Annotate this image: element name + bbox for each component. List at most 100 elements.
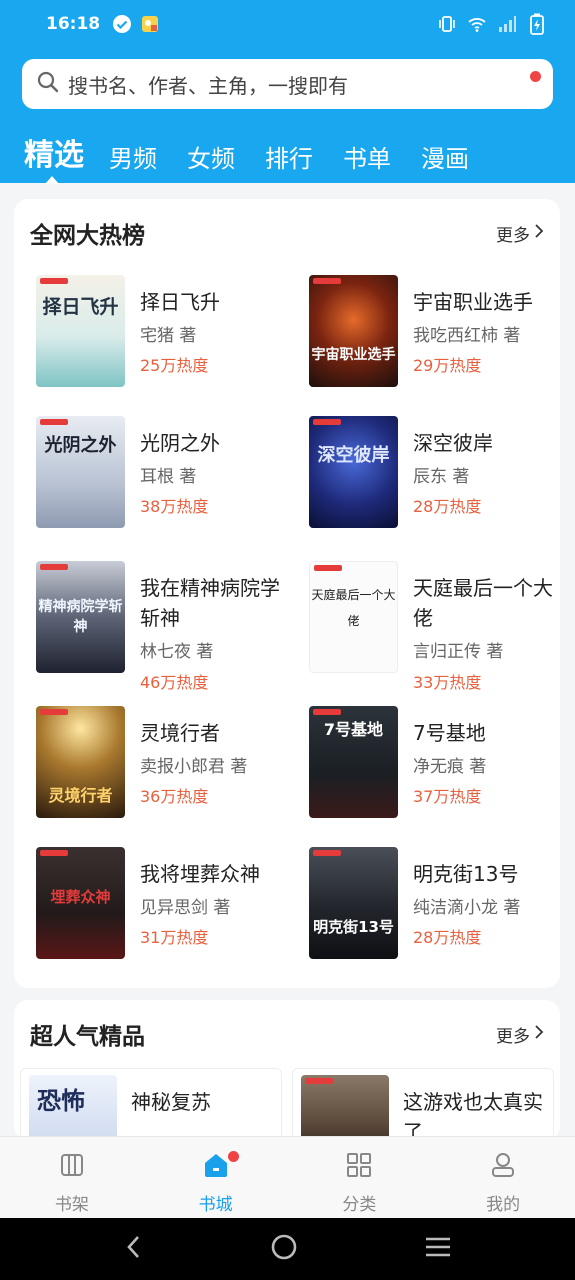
- book-author: 纯洁滴小龙 著: [413, 898, 521, 918]
- publisher-tag: [40, 850, 68, 856]
- tab-male[interactable]: 男频: [109, 139, 157, 174]
- cover-title: 深空彼岸: [317, 445, 390, 466]
- publisher-tag: [313, 850, 341, 856]
- grid-icon: [345, 1151, 373, 1184]
- cover-title: 恐怖: [37, 1087, 85, 1115]
- book-cover: 宇宙职业选手: [309, 275, 398, 387]
- cover-title: 天庭最后一个大佬: [311, 588, 396, 628]
- app-notification-icon: [140, 14, 160, 34]
- book-item[interactable]: 择日飞升 择日飞升 宅猪 著 25万热度: [36, 275, 296, 387]
- book-heat: 28万热度: [413, 928, 482, 947]
- bookshelf-icon: [58, 1151, 86, 1184]
- search-icon: [36, 70, 60, 98]
- book-item[interactable]: 明克街13号 明克街13号 纯洁滴小龙 著 28万热度: [309, 847, 569, 959]
- section-title: 超人气精品: [30, 1024, 145, 1050]
- nav-label: 书架: [54, 1195, 89, 1215]
- vibrate-icon: [437, 14, 457, 34]
- check-circle-icon: [112, 14, 132, 34]
- user-icon: [489, 1151, 517, 1184]
- book-author: 见异思剑 著: [140, 898, 231, 918]
- publisher-tag: [40, 278, 68, 284]
- search-bar[interactable]: 搜书名、作者、主角，一搜即有: [22, 59, 553, 109]
- book-title: 7号基地: [413, 721, 486, 745]
- book-title: 天庭最后一个大佬: [413, 576, 553, 630]
- tab-ranking[interactable]: 排行: [265, 139, 313, 174]
- book-item[interactable]: 精神病院学斩神 我在精神病院学斩神 林七夜 著 46万热度: [36, 561, 296, 692]
- hot-list-section: 全网大热榜 更多 择日飞升 择日飞升 宅猪 著 25万热度 宇宙职业选手 宇宙职…: [14, 199, 560, 988]
- book-cover: 光阴之外: [36, 416, 125, 528]
- book-cover: 7号基地: [309, 706, 398, 818]
- status-bar: 16:18: [0, 0, 575, 48]
- book-heat: 36万热度: [140, 787, 209, 806]
- notification-dot: [227, 1151, 239, 1162]
- book-cover: 灵境行者: [36, 706, 125, 818]
- book-author: 言归正传 著: [413, 642, 504, 662]
- book-cover: 天庭最后一个大佬: [309, 561, 398, 673]
- publisher-tag: [314, 565, 342, 571]
- book-title: 宇宙职业选手: [413, 290, 533, 314]
- notification-dot: [530, 71, 541, 82]
- book-title: 光阴之外: [140, 431, 220, 455]
- book-heat: 29万热度: [413, 356, 482, 375]
- category-tabs: 精选 男频 女频 排行 书单 漫画: [24, 130, 499, 174]
- book-heat: 25万热度: [140, 356, 209, 375]
- recents-menu-icon[interactable]: [424, 1235, 452, 1263]
- signal-icon: [497, 14, 517, 34]
- book-item[interactable]: 埋葬众神 我将埋葬众神 见异思剑 著 31万热度: [36, 847, 296, 959]
- tab-comics[interactable]: 漫画: [421, 139, 469, 174]
- book-author: 净无痕 著: [413, 757, 487, 777]
- nav-categories[interactable]: 分类: [288, 1137, 432, 1218]
- book-author: 卖报小郎君 著: [140, 757, 248, 777]
- nav-bookstore[interactable]: 书城: [144, 1137, 288, 1218]
- cover-title: 择日飞升: [42, 296, 119, 318]
- publisher-tag: [305, 1078, 333, 1084]
- tab-booklist[interactable]: 书单: [343, 139, 391, 174]
- chevron-right-icon: [534, 1024, 544, 1045]
- book-heat: 33万热度: [413, 673, 482, 692]
- publisher-tag: [40, 419, 68, 425]
- chevron-right-icon: [534, 223, 544, 244]
- book-item[interactable]: 天庭最后一个大佬 天庭最后一个大佬 言归正传 著 33万热度: [309, 561, 569, 692]
- home-icon: [202, 1151, 230, 1184]
- publisher-tag: [40, 709, 68, 715]
- book-title: 灵境行者: [140, 721, 220, 745]
- more-button[interactable]: 更多: [496, 221, 544, 246]
- cover-title: 明克街13号: [313, 918, 394, 936]
- book-item[interactable]: 7号基地 7号基地 净无痕 著 37万热度: [309, 706, 569, 818]
- back-icon[interactable]: [123, 1234, 145, 1264]
- tab-featured[interactable]: 精选: [24, 130, 84, 174]
- book-cover: 埋葬众神: [36, 847, 125, 959]
- book-author: 林七夜 著: [140, 642, 214, 662]
- publisher-tag: [313, 709, 341, 715]
- book-author: 辰东 著: [413, 467, 470, 487]
- tab-female[interactable]: 女频: [187, 139, 235, 174]
- book-author: 我吃西红柿 著: [413, 326, 521, 346]
- book-heat: 37万热度: [413, 787, 482, 806]
- bottom-navigation: 书架 书城 分类 我的: [0, 1136, 575, 1218]
- cover-title: 光阴之外: [44, 435, 117, 456]
- book-item[interactable]: 宇宙职业选手 宇宙职业选手 我吃西红柿 著 29万热度: [309, 275, 569, 387]
- book-cover: 深空彼岸: [309, 416, 398, 528]
- cover-title: 7号基地: [323, 720, 384, 739]
- status-time: 16:18: [46, 14, 101, 34]
- book-item[interactable]: 光阴之外 光阴之外 耳根 著 38万热度: [36, 416, 296, 528]
- book-heat: 38万热度: [140, 497, 209, 516]
- nav-bookshelf[interactable]: 书架: [0, 1137, 144, 1218]
- cover-title: 宇宙职业选手: [311, 347, 396, 363]
- book-author: 宅猪 著: [140, 326, 197, 346]
- more-label: 更多: [496, 225, 530, 246]
- publisher-tag: [40, 564, 68, 570]
- book-cover: 精神病院学斩神: [36, 561, 125, 673]
- book-item[interactable]: 灵境行者 灵境行者 卖报小郎君 著 36万热度: [36, 706, 296, 818]
- book-title: 神秘复苏: [131, 1090, 211, 1114]
- book-cover: 择日飞升: [36, 275, 125, 387]
- book-title: 明克街13号: [413, 862, 519, 886]
- nav-label: 我的: [486, 1195, 521, 1215]
- more-button[interactable]: 更多: [496, 1022, 544, 1047]
- home-circle-icon[interactable]: [270, 1233, 298, 1265]
- book-heat: 31万热度: [140, 928, 209, 947]
- book-author: 耳根 著: [140, 467, 197, 487]
- book-item[interactable]: 深空彼岸 深空彼岸 辰东 著 28万热度: [309, 416, 569, 528]
- battery-charging-icon: [527, 13, 547, 35]
- nav-profile[interactable]: 我的: [431, 1137, 575, 1218]
